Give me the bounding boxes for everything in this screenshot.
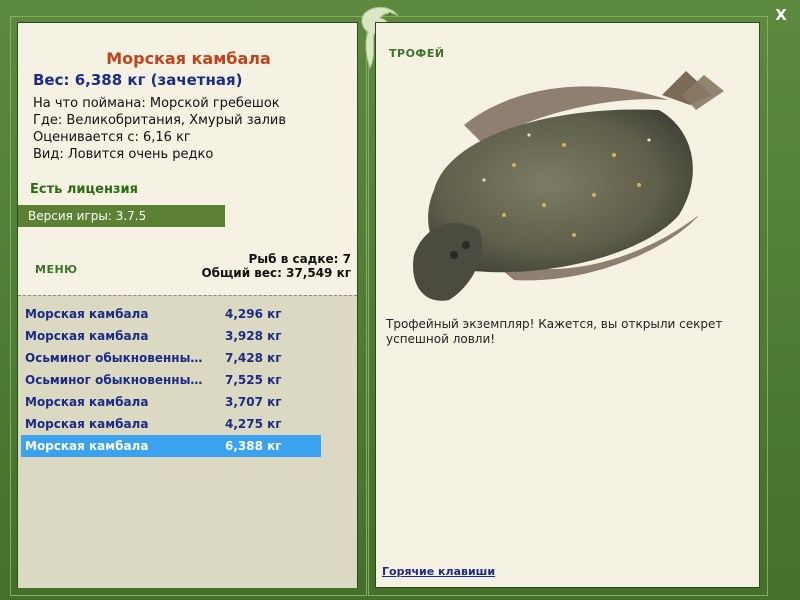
fish-title: Морская камбала	[106, 49, 271, 68]
flounder-fish-image	[413, 71, 724, 301]
catch-weight: 4,296 кг	[225, 307, 282, 321]
catch-name: Осьминог обыкновенны…	[25, 373, 203, 387]
catch-list-item[interactable]: Морская камбала 4,296 кг	[21, 303, 321, 325]
catch-weight: 7,428 кг	[225, 351, 282, 365]
catch-list-item[interactable]: Морская камбала 3,928 кг	[21, 325, 321, 347]
catch-weight: 3,707 кг	[225, 395, 282, 409]
cage-total-weight: Общий вес: 37,549 кг	[201, 266, 351, 280]
fish-weight: Вес: 6,388 кг (зачетная)	[33, 71, 243, 89]
catch-weight: 3,928 кг	[225, 329, 282, 343]
cage-stats: Рыб в садке: 7 Общий вес: 37,549 кг	[201, 252, 351, 280]
catch-list-item[interactable]: Осьминог обыкновенны… 7,525 кг	[21, 369, 321, 391]
rated-from-line: Оценивается с: 6,16 кг	[33, 130, 191, 145]
catch-name: Морская камбала	[25, 307, 149, 321]
catch-name: Морская камбала	[25, 417, 149, 431]
catch-weight: 7,525 кг	[225, 373, 282, 387]
catch-list-item[interactable]: Морская камбала 4,275 кг	[21, 413, 321, 435]
catch-weight: 4,275 кг	[225, 417, 282, 431]
license-status: Есть лицензия	[30, 182, 138, 197]
catch-name: Морская камбала	[25, 395, 149, 409]
trophy-description: Трофейный экземпляр! Кажется, вы открыли…	[386, 317, 723, 346]
catch-name: Осьминог обыкновенны…	[25, 351, 203, 365]
catch-list-item-selected[interactable]: Морская камбала 6,388 кг	[21, 435, 321, 457]
fish-info-panel: Морская камбала Вес: 6,388 кг (зачетная)…	[17, 22, 358, 588]
catch-name: Морская камбала	[25, 329, 149, 343]
rarity-line: Вид: Ловится очень редко	[33, 147, 214, 162]
catch-list: Морская камбала 4,296 кг Морская камбала…	[18, 295, 357, 588]
fish-details: На что поймана: Морской гребешок Где: Ве…	[33, 95, 286, 163]
menu-button[interactable]: МЕНЮ	[35, 263, 78, 276]
catch-name: Морская камбала	[25, 439, 149, 453]
hotkeys-link[interactable]: Горячие клавиши	[382, 565, 495, 578]
cage-count: Рыб в садке: 7	[248, 252, 352, 266]
location-line: Где: Великобритания, Хмурый залив	[33, 113, 286, 128]
trophy-panel: ТРОФЕЙ Трофейный экземпляр! Кажется, вы …	[375, 22, 760, 588]
catch-weight: 6,388 кг	[225, 439, 282, 453]
catch-list-item[interactable]: Морская камбала 3,707 кг	[21, 391, 321, 413]
bait-line: На что поймана: Морской гребешок	[33, 96, 280, 111]
close-button[interactable]: X	[770, 6, 792, 26]
catch-list-item[interactable]: Осьминог обыкновенны… 7,428 кг	[21, 347, 321, 369]
version-bar: Версия игры: 3.7.5	[18, 205, 225, 227]
